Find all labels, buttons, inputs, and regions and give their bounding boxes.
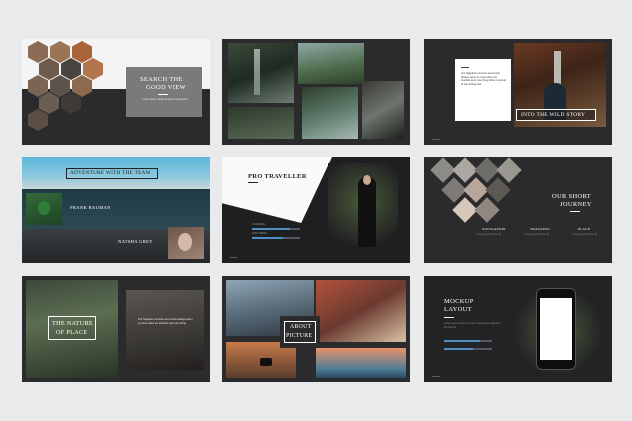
quote-text: Our happiest moments as tourists always … [138,318,193,325]
slide-about-picture[interactable]: ABOUT PICTURE [222,276,410,382]
label-desc: Lorem ipsum dolor sit [476,233,501,236]
slide-nature-of-place[interactable]: THE NATURE OF PLACE Our happiest moments… [22,276,210,382]
slide-title-line1: ABOUT [290,324,312,330]
title-divider [158,94,168,95]
bar1-fill [252,228,291,231]
slide-title-line1: OUR SHORT [552,193,591,200]
slide-footer: ▬▬▬ [432,375,440,378]
bar2-fill [444,348,473,351]
slide-title: INTO THE WILD STORY [521,112,586,118]
slide-waterfall-grid[interactable] [222,39,410,145]
slide-adventure-with-team[interactable]: ADVENTURE WITH THE TEAM FRANK BAUMAN NAT… [22,157,210,263]
slide-title: PRO TRAVELLER [248,173,307,180]
person-face [178,233,192,251]
slide-title-line2: OF PLACE [56,329,88,336]
slide-search-the-good-view[interactable]: SEARCH THE GOOD VIEW Lorem ipsum dolor s… [22,39,210,145]
slide-title-line1: MOCKUP [444,298,474,305]
hex-photo [61,92,81,114]
photo-mountain-mist [126,290,204,370]
label-desc: Lorem ipsum dolor sit [524,233,549,236]
slide-footer: ▬▬▬ [432,138,440,141]
title-divider [248,182,258,183]
bar2-fill [252,237,284,240]
title-divider [444,317,454,318]
slide-title-line1: THE NATURE [52,320,93,327]
photo-waterfall [298,43,364,84]
slide-footer: ▬▬▬ [230,256,238,259]
title-divider [570,211,580,212]
photo-waterfall [302,87,358,139]
photo-waterfall [228,43,294,103]
car-silhouette [260,358,272,366]
slide-into-the-wild[interactable]: Our happiest moments as tourists always … [424,39,612,145]
phone-screen [540,298,572,360]
slide-title-line2: GOOD VIEW [146,84,186,91]
quote-card [455,59,511,121]
label-place: PLACE [578,227,591,231]
slide-mockup-layout[interactable]: MOCKUP LAYOUT Lorem ipsum dolor sit amet… [424,276,612,382]
bar1-fill [444,340,480,343]
traveller-figure [358,177,376,247]
label-desc: Lorem ipsum dolor sit [572,233,597,236]
quote-text: Our happiest moments as tourists always … [461,72,506,86]
person2-name: NATSHA GREY [118,239,153,244]
photo-sea-sunset [316,348,406,378]
bar2-label: EXPLORING [252,232,268,235]
slide-title-line2: LAYOUT [444,306,472,313]
slide-title-line2: JOURNEY [560,201,592,208]
slide-title-line2: PICTURE [286,333,313,339]
title-box [126,67,202,117]
photo-feet-view [316,280,406,342]
photo-waterfall [362,81,404,139]
slide-pro-traveller[interactable]: PRO TRAVELLER PLANNING EXPLORING ▬▬▬ [222,157,410,263]
slide-title-line1: SEARCH THE [140,76,183,83]
traveller-face [363,175,371,185]
photo-waterfall [228,107,294,139]
slide-body-text: Lorem ipsum dolor sit amet consectetur [142,98,188,101]
slide-our-short-journey[interactable]: OUR SHORT JOURNEY NAVIGATION TRACKING PL… [424,157,612,263]
label-tracking: TRACKING [530,227,550,231]
bar1-label: PLANNING [252,223,266,226]
white-diagonal-panel [222,157,332,223]
person1-name: FRANK BAUMAN [70,205,111,210]
waterfall-stream [254,49,260,95]
quote-accent-line [461,67,469,68]
person-head [38,201,50,215]
hex-photo [28,109,48,131]
slide-title: ADVENTURE WITH THE TEAM [70,170,151,176]
label-navigation: NAVIGATION [482,227,506,231]
hex-photo [39,92,59,114]
